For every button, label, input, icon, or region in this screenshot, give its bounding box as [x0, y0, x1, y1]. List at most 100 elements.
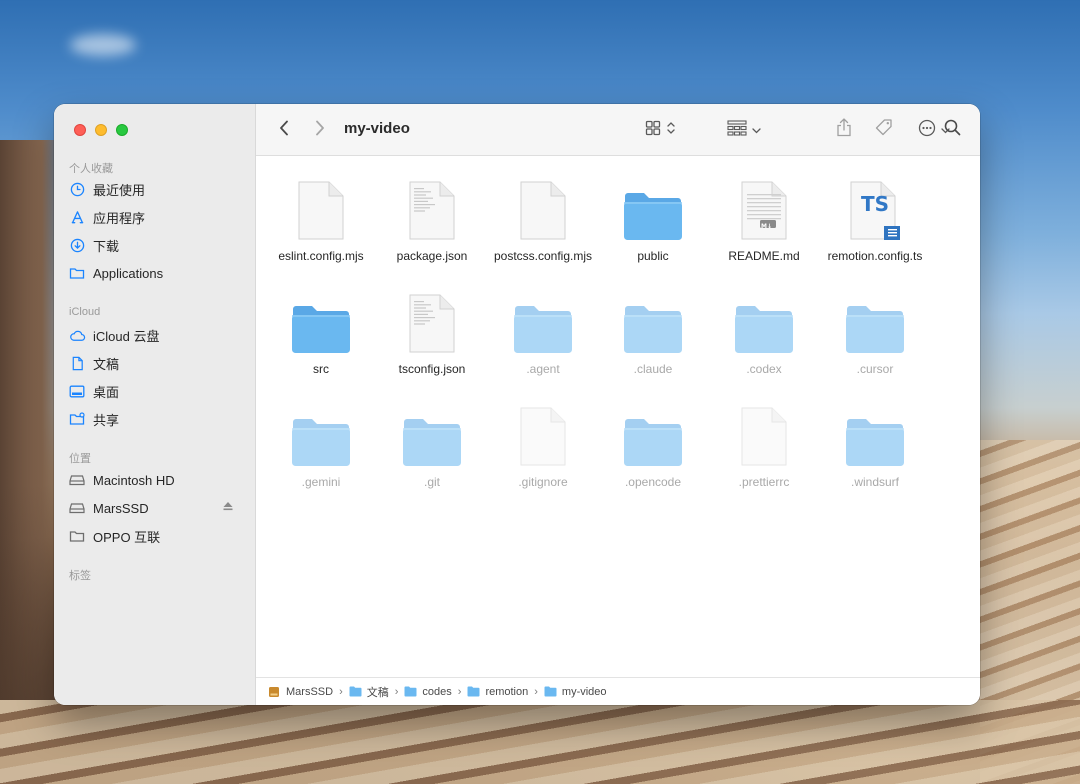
file-item[interactable]: public: [601, 172, 705, 264]
markdown-file-icon: M↓: [729, 172, 799, 242]
file-item[interactable]: tsconfig.json: [380, 285, 484, 377]
sidebar-section-icloud: iCloud: [69, 306, 101, 318]
file-name: .windsurf: [850, 475, 900, 489]
sidebar-section-locations: 位置: [69, 453, 91, 465]
file-item[interactable]: .prettierrc: [712, 398, 816, 490]
minimize-button[interactable]: [95, 124, 107, 136]
file-item[interactable]: .cursor: [823, 285, 927, 377]
desktop-icon: [68, 382, 86, 400]
search-button[interactable]: [942, 118, 962, 142]
maximize-button[interactable]: [116, 124, 128, 136]
sidebar-item-desktop[interactable]: 桌面: [68, 378, 244, 404]
file-item[interactable]: TS remotion.config.ts: [823, 172, 927, 264]
file-item[interactable]: .claude: [601, 285, 705, 377]
tag-button[interactable]: [872, 118, 896, 142]
sidebar-item-macintosh-hd[interactable]: Macintosh HD: [68, 467, 244, 493]
share-button[interactable]: [834, 118, 854, 142]
forward-button[interactable]: [310, 118, 330, 142]
sidebar-item-label: 最近使用: [93, 182, 146, 198]
finder-window: 个人收藏 最近使用 应用程序 下载 Applications iCloud iC…: [54, 104, 980, 705]
window-title: my-video: [344, 120, 410, 137]
close-button[interactable]: [74, 124, 86, 136]
file-item[interactable]: .gemini: [269, 398, 373, 490]
search-icon: [944, 119, 961, 141]
folder-icon: [840, 285, 910, 355]
folder-icon: [467, 686, 480, 697]
sidebar-item-oppo[interactable]: OPPO 互联: [68, 523, 244, 549]
file-icon-text: M↓: [761, 223, 772, 230]
path-crumb[interactable]: remotion: [467, 686, 528, 698]
sidebar: 个人收藏 最近使用 应用程序 下载 Applications iCloud iC…: [54, 104, 256, 705]
path-crumb[interactable]: 文稿: [349, 684, 389, 700]
file-name: remotion.config.ts: [827, 249, 923, 263]
file-name: package.json: [396, 249, 468, 263]
folder-icon: [729, 285, 799, 355]
folder-icon: [397, 398, 467, 468]
ridge-bottom-decoration: [0, 700, 1080, 784]
path-crumb-label: codes: [422, 685, 452, 698]
typescript-file-icon: TS: [840, 172, 910, 242]
file-item[interactable]: .windsurf: [823, 398, 927, 490]
file-item[interactable]: M↓ README.md: [712, 172, 816, 264]
document-icon: [397, 285, 467, 355]
sidebar-item-documents[interactable]: 文稿: [68, 350, 244, 376]
drive-icon: [68, 499, 86, 517]
folder-icon: [618, 398, 688, 468]
group-icon: [727, 119, 747, 141]
folder-icon: [840, 398, 910, 468]
clock-icon: [68, 180, 86, 198]
path-separator: ›: [339, 685, 343, 698]
file-name: .opencode: [624, 475, 682, 489]
file-item[interactable]: .codex: [712, 285, 816, 377]
share-icon: [836, 118, 852, 142]
file-name: tsconfig.json: [398, 362, 466, 376]
document-icon: [508, 172, 578, 242]
eject-icon[interactable]: [222, 500, 236, 514]
sidebar-item-downloads[interactable]: 下载: [68, 232, 244, 258]
group-by-button[interactable]: [724, 118, 764, 142]
file-name: .cursor: [856, 362, 894, 376]
document-icon: [729, 398, 799, 468]
sidebar-item-label: MarsSSD: [93, 500, 149, 516]
file-name: .agent: [526, 362, 560, 376]
path-crumb[interactable]: my-video: [544, 686, 607, 698]
sidebar-item-applications[interactable]: Applications: [68, 260, 244, 286]
file-name: .claude: [633, 362, 673, 376]
file-name: eslint.config.mjs: [278, 249, 364, 263]
file-item[interactable]: src: [269, 285, 373, 377]
back-button[interactable]: [274, 118, 294, 142]
sidebar-section-favorites: 个人收藏: [69, 163, 113, 175]
drive-icon: [268, 686, 281, 697]
file-item[interactable]: .gitignore: [491, 398, 595, 490]
path-separator: ›: [394, 685, 399, 698]
path-crumb-label: my-video: [561, 685, 607, 698]
sidebar-item-label: 文稿: [93, 356, 120, 372]
sidebar-item-recents[interactable]: 最近使用: [68, 176, 244, 202]
file-item[interactable]: eslint.config.mjs: [269, 172, 373, 264]
document-icon: [286, 172, 356, 242]
folder-icon: [544, 686, 557, 697]
file-item[interactable]: .git: [380, 398, 484, 490]
file-item[interactable]: postcss.config.mjs: [491, 172, 595, 264]
file-name: .git: [423, 475, 440, 489]
chevron-down-icon: [752, 121, 761, 139]
path-crumb[interactable]: MarsSSD: [268, 686, 333, 698]
view-mode-button[interactable]: [640, 118, 680, 142]
file-name: .codex: [746, 362, 782, 376]
chevron-right-icon: [315, 120, 325, 141]
path-crumb-label: 文稿: [366, 686, 389, 699]
ellipsis-circle-icon: [918, 119, 936, 142]
file-item[interactable]: .agent: [491, 285, 595, 377]
file-name: src: [313, 362, 329, 376]
sidebar-item-marsssd[interactable]: MarsSSD: [68, 495, 244, 521]
chevron-left-icon: [279, 120, 289, 141]
path-crumb[interactable]: codes: [404, 685, 452, 698]
sidebar-item-icloud-drive[interactable]: iCloud 云盘: [68, 322, 244, 348]
sidebar-item-applications-cn[interactable]: 应用程序: [68, 204, 244, 230]
sidebar-item-label: iCloud 云盘: [93, 328, 160, 344]
file-item[interactable]: .opencode: [601, 398, 705, 490]
sidebar-item-shared[interactable]: 共享: [68, 406, 244, 432]
grid-view-icon: [645, 120, 661, 141]
file-item[interactable]: package.json: [380, 172, 484, 264]
chevron-updown-icon: [667, 121, 675, 140]
